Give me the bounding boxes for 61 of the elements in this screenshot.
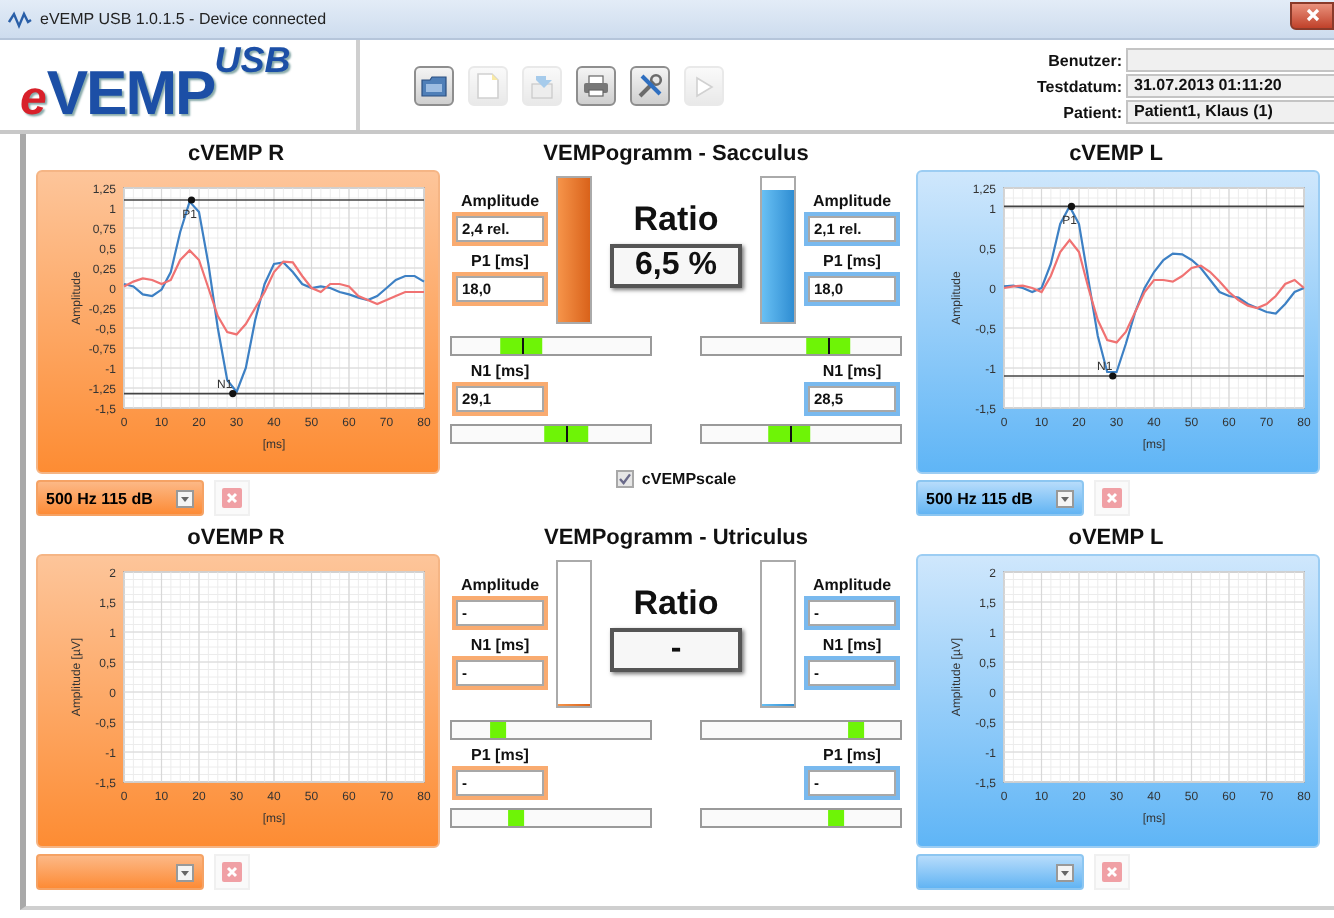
section-title: VEMPogramm - Sacculus	[541, 140, 811, 170]
field-label: N1 [ms]	[822, 634, 882, 656]
field-label: P1 [ms]	[823, 250, 881, 272]
peak-marker	[187, 196, 196, 204]
close-icon	[1305, 8, 1319, 22]
close-button[interactable]	[1290, 1, 1334, 29]
toolbar-button[interactable]	[630, 66, 670, 106]
field-label: Amplitude	[812, 190, 892, 212]
field-label: Amplitude	[460, 190, 540, 212]
arrow-document-icon	[528, 73, 556, 99]
caret-icon	[176, 489, 194, 507]
close-icon	[222, 862, 242, 882]
field-label: P1 [ms]	[823, 744, 881, 766]
field-label: N1 [ms]	[470, 360, 530, 382]
document-icon	[476, 72, 500, 100]
caret-icon	[1056, 863, 1074, 881]
field-label: Amplitude	[460, 574, 540, 596]
info-label: Testdatum:	[1034, 77, 1122, 95]
close-icon	[1102, 862, 1122, 882]
ratio-label: Ratio	[633, 584, 719, 624]
peak-marker	[1109, 372, 1117, 380]
peak-marker	[1067, 202, 1076, 210]
info-label: Benutzer:	[1046, 51, 1122, 69]
caret-icon	[1056, 489, 1074, 507]
ratio-label: Ratio	[633, 200, 719, 240]
checkbox[interactable]	[615, 470, 634, 488]
ratio-display: 6,5 %	[610, 244, 742, 288]
logo-superscript: USB	[214, 40, 291, 80]
info-field: 31.07.2013 01:11:20	[1126, 74, 1334, 98]
chart-title: oVEMP L	[1066, 524, 1166, 554]
logo-text: VEMP	[46, 62, 215, 124]
checkbox-label: cVEMPscale	[641, 470, 737, 488]
chart-title: cVEMP L	[1067, 140, 1165, 170]
play-icon	[694, 75, 714, 97]
window-title: eVEMP USB 1.0.1.5 - Device connected	[40, 10, 329, 28]
section-title: VEMPogramm - Utriculus	[541, 524, 811, 554]
field-label: N1 [ms]	[470, 634, 530, 656]
preset-dropdown[interactable]: 500 Hz 115 dB	[36, 480, 204, 516]
wave-icon	[8, 9, 32, 29]
info-label: Patient:	[1061, 103, 1122, 121]
toolbar-button[interactable]	[414, 66, 454, 106]
chart-title: cVEMP R	[185, 140, 287, 170]
close-icon	[222, 488, 242, 508]
field-label: P1 [ms]	[471, 744, 529, 766]
printer-icon	[582, 74, 610, 98]
field-label: Amplitude	[812, 574, 892, 596]
tools-icon	[636, 72, 664, 100]
toolbar-button[interactable]	[576, 66, 616, 106]
logo-letter: e	[20, 76, 47, 124]
ratio-display: -	[610, 628, 742, 672]
close-icon	[1102, 488, 1122, 508]
preset-dropdown[interactable]: 500 Hz 115 dB	[916, 480, 1084, 516]
field-label: P1 [ms]	[471, 250, 529, 272]
info-field: Patient1, Klaus (1)	[1126, 100, 1334, 124]
preset-dropdown[interactable]	[916, 854, 1084, 890]
peak-marker	[229, 390, 237, 398]
field-label: N1 [ms]	[822, 360, 882, 382]
chart-title: oVEMP R	[185, 524, 287, 554]
preset-dropdown[interactable]	[36, 854, 204, 890]
caret-icon	[176, 863, 194, 881]
folder-icon	[420, 74, 448, 98]
